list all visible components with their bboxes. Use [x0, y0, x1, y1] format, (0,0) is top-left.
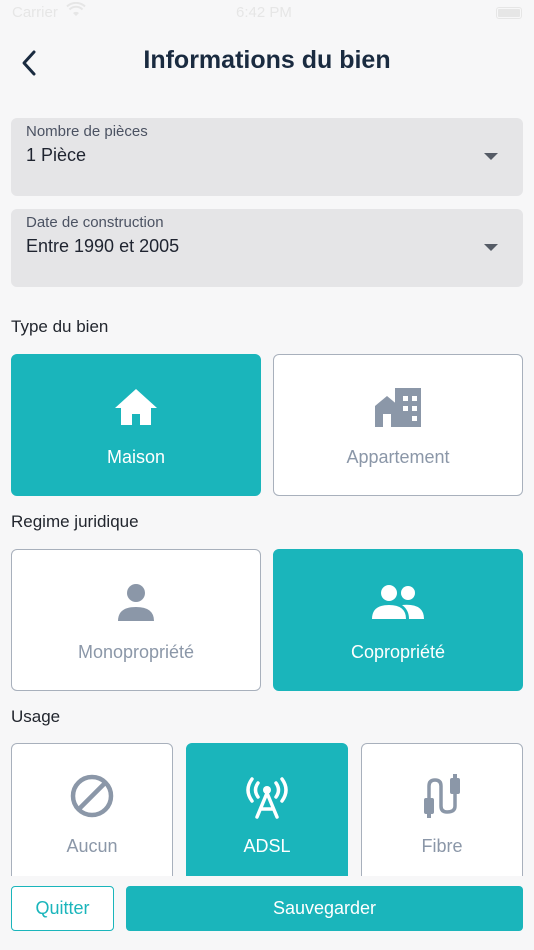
- battery-icon: [496, 7, 522, 19]
- page-title: Informations du bien: [143, 46, 391, 74]
- construction-date-value: Entre 1990 et 2005: [26, 236, 180, 256]
- option-fibre-label: Fibre: [421, 836, 463, 856]
- option-appartement[interactable]: Appartement: [273, 354, 523, 496]
- cable-icon: [421, 774, 463, 818]
- option-copropriete[interactable]: Copropriété: [273, 549, 523, 691]
- rooms-select-value: 1 Pièce: [26, 145, 87, 165]
- option-copropriete-label: Copropriété: [350, 642, 446, 662]
- house-icon: [113, 385, 159, 429]
- legal-regime-heading: Regime juridique: [11, 512, 139, 531]
- people-icon: [372, 580, 424, 624]
- building-icon: [373, 385, 423, 429]
- clock: 6:42 PM: [236, 4, 292, 21]
- header: Informations du bien: [0, 40, 534, 84]
- save-button[interactable]: Sauvegarder: [126, 886, 523, 931]
- option-monopropriete[interactable]: Monopropriété: [11, 549, 261, 691]
- caret-down-icon: [484, 153, 498, 160]
- property-type-heading: Type du bien: [11, 317, 109, 336]
- status-bar: Carrier 6:42 PM: [0, 0, 534, 28]
- option-monopropriete-label: Monopropriété: [77, 642, 195, 662]
- caret-down-icon: [484, 244, 498, 251]
- option-adsl-label: ADSL: [243, 836, 291, 856]
- construction-date-label: Date de construction: [26, 214, 164, 231]
- usage-heading: Usage: [11, 707, 61, 726]
- wifi-icon: [66, 1, 86, 22]
- block-icon: [69, 774, 115, 818]
- construction-date-select[interactable]: Date de construction Entre 1990 et 2005: [11, 209, 523, 287]
- rooms-select-label: Nombre de pièces: [26, 123, 148, 140]
- option-fibre[interactable]: Fibre: [361, 743, 523, 893]
- bottom-action-bar: Quitter Sauvegarder: [0, 876, 534, 950]
- option-adsl[interactable]: ADSL: [186, 743, 348, 893]
- option-maison-label: Maison: [106, 447, 166, 467]
- option-appartement-label: Appartement: [346, 447, 450, 467]
- option-maison[interactable]: Maison: [11, 354, 261, 496]
- antenna-icon: [243, 774, 291, 819]
- option-aucun[interactable]: Aucun: [11, 743, 173, 893]
- option-aucun-label: Aucun: [66, 836, 118, 856]
- carrier-label: Carrier: [12, 4, 58, 21]
- rooms-select[interactable]: Nombre de pièces 1 Pièce: [11, 118, 523, 196]
- person-icon: [116, 580, 156, 624]
- quit-button[interactable]: Quitter: [11, 886, 114, 931]
